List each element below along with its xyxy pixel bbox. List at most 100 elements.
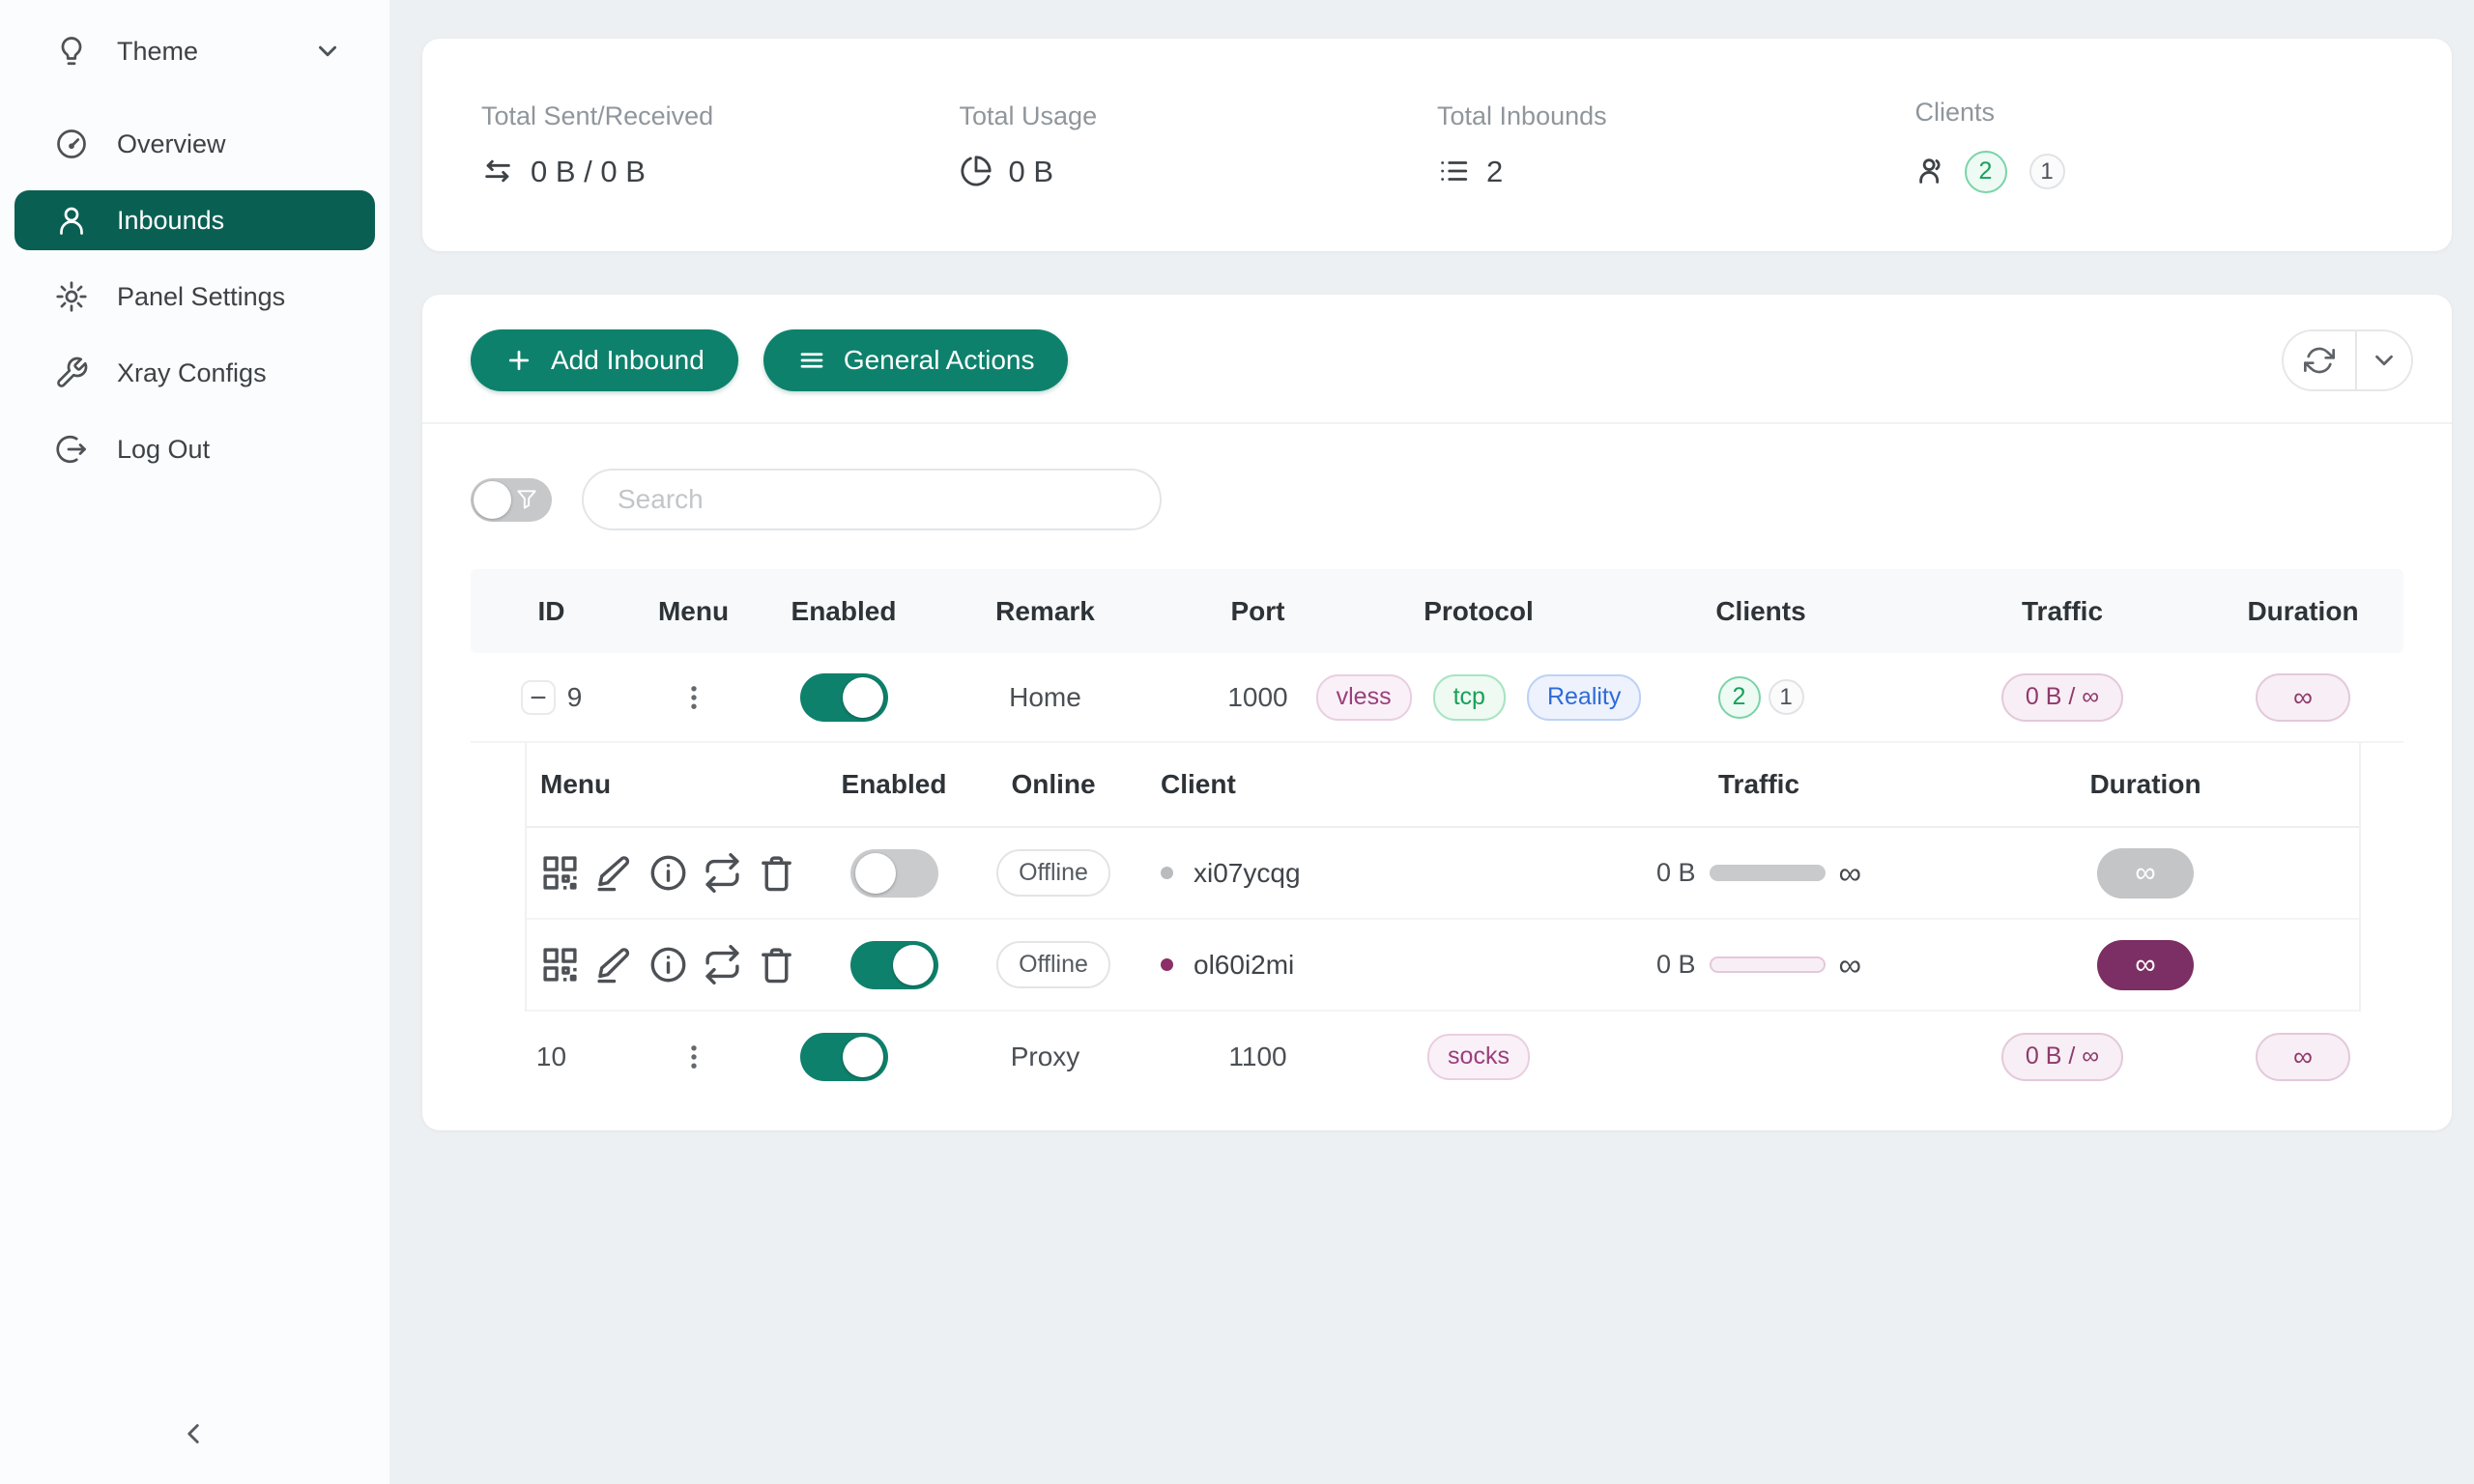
stat-value: 0 B / 0 B — [531, 155, 646, 189]
sidebar-item-inbounds[interactable]: Inbounds — [14, 190, 375, 250]
client-duration-button[interactable]: ∞ — [2097, 940, 2194, 990]
subcol-header-enabled: Enabled — [807, 769, 981, 800]
pie-chart-icon — [960, 155, 994, 189]
client-enabled-toggle[interactable] — [850, 849, 938, 898]
dots-vertical-icon — [677, 681, 710, 714]
lightbulb-icon — [54, 34, 89, 69]
inbound-traffic-pill: 0 B / ∞ — [2001, 673, 2123, 722]
stat-total-inbounds: Total Inbounds 2 — [1437, 101, 1915, 189]
col-header-remark: Remark — [933, 596, 1158, 627]
subcol-header-client: Client — [1126, 769, 1590, 800]
inbounds-page: Theme Overview Inbo — [0, 0, 2474, 1484]
sidebar-item-label: Theme — [117, 37, 198, 67]
reset-traffic-icon[interactable] — [703, 853, 742, 893]
add-inbound-button[interactable]: Add Inbound — [471, 329, 738, 391]
plus-icon — [504, 346, 533, 375]
online-status-badge: Offline — [996, 941, 1110, 988]
info-icon[interactable] — [648, 945, 688, 985]
stat-label: Clients — [1915, 98, 2394, 128]
inbound-port: 1100 — [1158, 1042, 1358, 1072]
gear-icon — [54, 279, 89, 314]
chevron-left-icon — [177, 1417, 210, 1450]
protocol-tag: socks — [1427, 1034, 1530, 1080]
stat-label: Total Inbounds — [1437, 101, 1915, 131]
client-enabled-toggle[interactable] — [850, 941, 938, 989]
client-traffic-cell: 0 B ∞ — [1590, 855, 1928, 892]
delete-icon[interactable] — [757, 853, 796, 893]
sidebar-item-label: Inbounds — [117, 206, 224, 236]
inbound-enabled-toggle[interactable] — [800, 1033, 888, 1081]
sidebar-item-xray-configs[interactable]: Xray Configs — [14, 343, 375, 403]
qr-code-icon[interactable] — [540, 853, 580, 893]
chevron-down-icon — [2370, 346, 2399, 375]
reset-traffic-icon[interactable] — [703, 945, 742, 985]
inbound-traffic-pill: 0 B / ∞ — [2001, 1033, 2123, 1081]
collapse-row-button[interactable] — [521, 680, 556, 715]
edit-icon[interactable] — [594, 945, 634, 985]
person-icon — [54, 203, 89, 238]
filter-toggle[interactable] — [471, 478, 552, 522]
transfer-arrows-icon — [481, 155, 516, 189]
table-row-inbound-10: 10 Proxy 1100 socks — [471, 1012, 2403, 1101]
sidebar-item-theme[interactable]: Theme — [14, 21, 375, 81]
client-name: ol60i2mi — [1194, 950, 1294, 981]
stat-clients: Clients 2 1 — [1915, 98, 2394, 193]
traffic-progress-bar — [1710, 956, 1826, 973]
stat-value: 0 B — [1009, 155, 1054, 189]
traffic-used: 0 B — [1656, 858, 1696, 888]
funnel-icon — [514, 487, 539, 512]
sidebar-item-overview[interactable]: Overview — [14, 114, 375, 174]
main-content: Total Sent/Received 0 B / 0 B Total Usag… — [422, 39, 2452, 1130]
sidebar-item-label: Overview — [117, 129, 226, 159]
general-actions-label: General Actions — [844, 345, 1035, 376]
sidebar-item-label: Log Out — [117, 435, 210, 465]
clients-online-badge: 2 — [1965, 151, 2007, 193]
wrench-icon — [54, 356, 89, 390]
search-input[interactable] — [582, 469, 1162, 530]
auto-refresh-dropdown[interactable] — [2355, 331, 2411, 389]
qr-code-icon[interactable] — [540, 945, 580, 985]
col-header-port: Port — [1158, 596, 1358, 627]
sidebar-collapse-button[interactable] — [166, 1407, 220, 1461]
refresh-button[interactable] — [2284, 331, 2355, 389]
inbound-id: 9 — [567, 682, 583, 713]
col-header-menu: Menu — [632, 596, 755, 627]
chevron-down-icon — [313, 37, 342, 66]
refresh-button-group — [2282, 329, 2413, 391]
client-duration-button[interactable]: ∞ — [2097, 848, 2194, 899]
client-name-cell: xi07ycqg — [1126, 858, 1590, 889]
inbounds-card: Add Inbound General Actions — [422, 295, 2452, 1130]
transport-tag: tcp — [1433, 674, 1506, 721]
dots-vertical-icon — [677, 1041, 710, 1073]
stats-card: Total Sent/Received 0 B / 0 B Total Usag… — [422, 39, 2452, 251]
row-menu-button[interactable] — [632, 1041, 755, 1073]
inbound-remark: Proxy — [933, 1042, 1158, 1072]
general-actions-button[interactable]: General Actions — [763, 329, 1069, 391]
minus-icon — [528, 687, 549, 708]
delete-icon[interactable] — [757, 945, 796, 985]
inbound-remark: Home — [933, 682, 1158, 713]
inbound-duration-pill: ∞ — [2256, 1033, 2350, 1081]
table-row-inbound-9: 9 Home 1000 vless tcp Re — [471, 653, 2403, 743]
inbound-enabled-toggle[interactable] — [800, 673, 888, 722]
col-header-enabled: Enabled — [755, 596, 933, 627]
stat-label: Total Usage — [960, 101, 1438, 131]
inbound-protocols: socks — [1358, 1034, 1599, 1080]
client-menu-icons — [527, 853, 807, 893]
list-icon — [1437, 155, 1472, 189]
edit-icon[interactable] — [594, 853, 634, 893]
subcol-header-online: Online — [981, 769, 1126, 800]
inbounds-table: ID Menu Enabled Remark Port Protocol Cli… — [471, 569, 2403, 1101]
client-traffic-cell: 0 B ∞ — [1590, 947, 1928, 984]
info-icon[interactable] — [648, 853, 688, 893]
sidebar-item-logout[interactable]: Log Out — [14, 419, 375, 479]
row-menu-button[interactable] — [632, 681, 755, 714]
logout-icon — [54, 432, 89, 467]
menu-lines-icon — [797, 346, 826, 375]
sidebar-item-panel-settings[interactable]: Panel Settings — [14, 267, 375, 327]
traffic-progress-bar — [1710, 865, 1826, 881]
stat-label: Total Sent/Received — [481, 101, 960, 131]
client-name: xi07ycqg — [1194, 858, 1301, 889]
inbound-clients: 2 1 — [1599, 676, 1922, 719]
toggle-knob — [474, 481, 511, 519]
